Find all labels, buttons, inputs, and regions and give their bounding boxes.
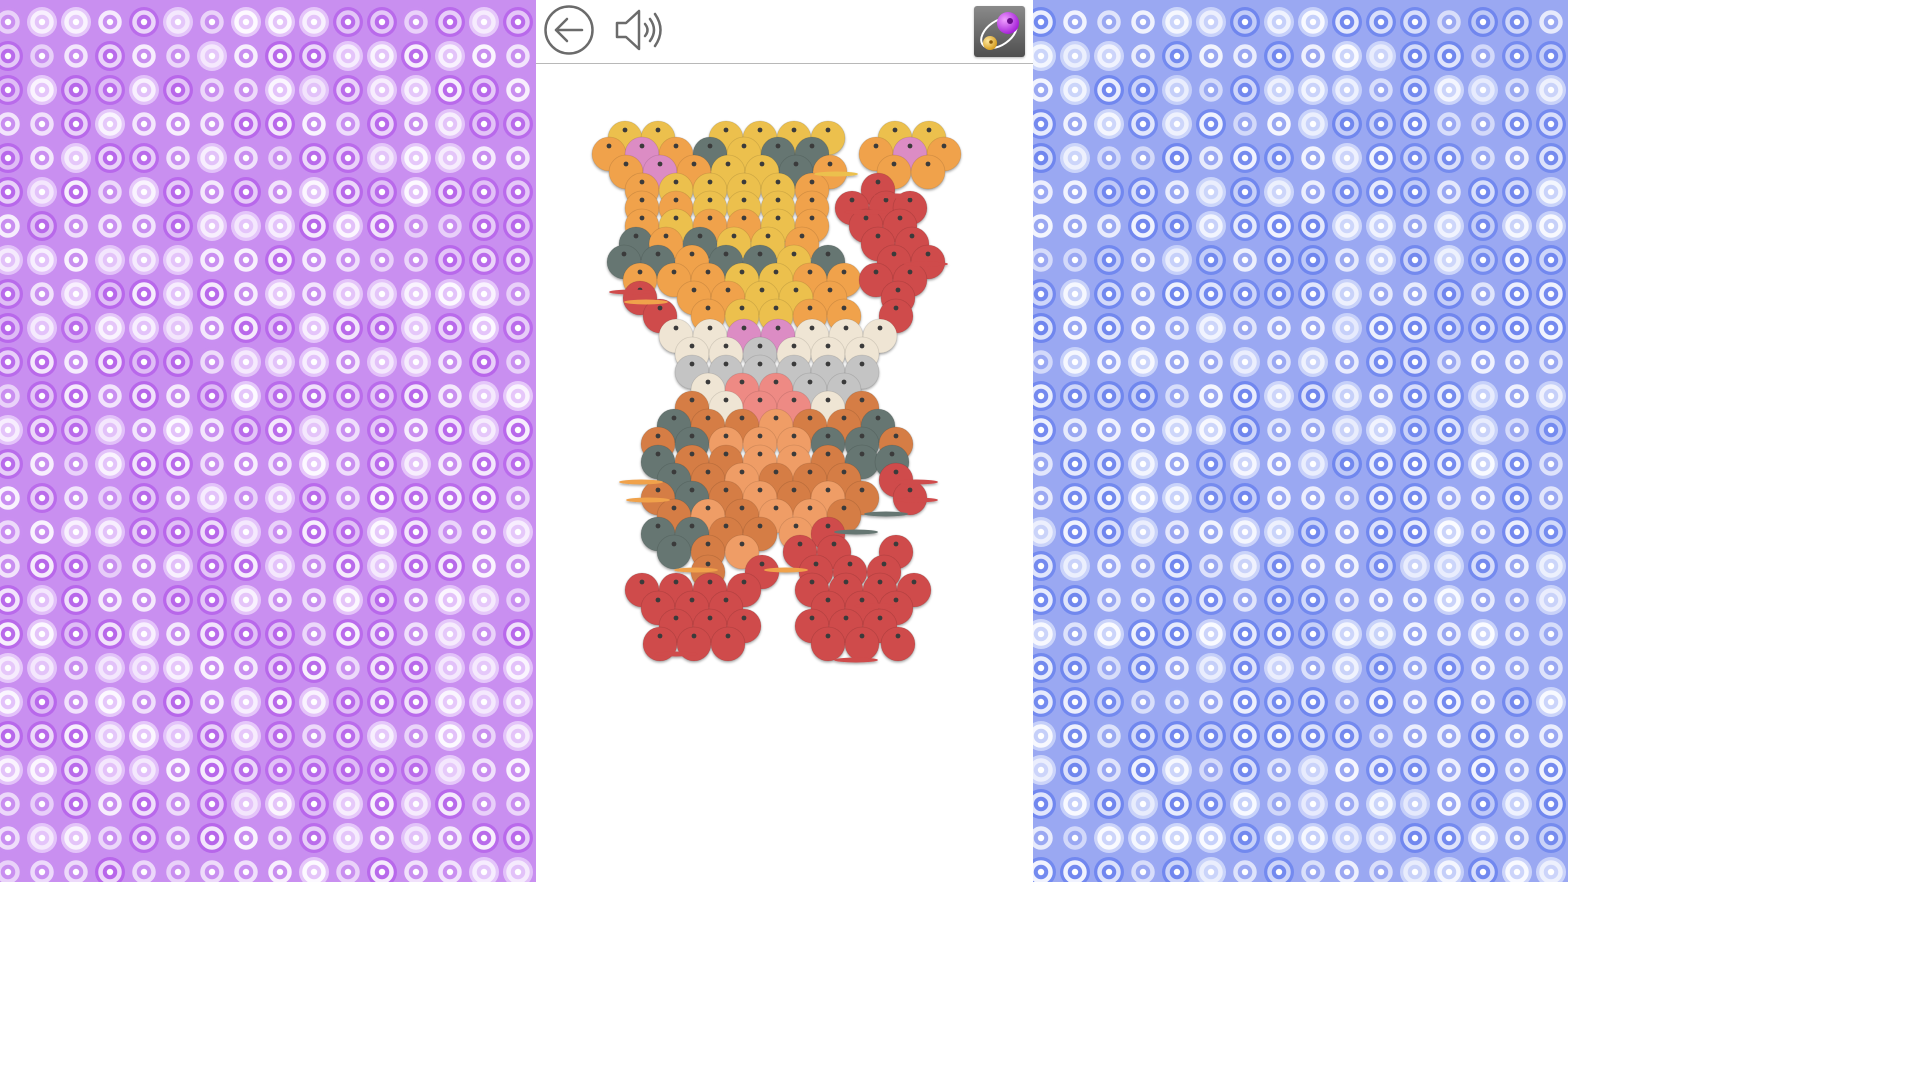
top-toolbar xyxy=(536,0,1033,64)
flipped-sequin[interactable] xyxy=(834,529,878,535)
flipped-sequin[interactable] xyxy=(864,511,908,517)
sequin-pattern-left xyxy=(0,7,533,882)
flipped-sequin[interactable] xyxy=(654,651,698,657)
sequin[interactable] xyxy=(656,534,692,570)
back-arrow-icon xyxy=(544,5,594,55)
sequin[interactable] xyxy=(880,626,916,662)
sound-toggle-button[interactable] xyxy=(612,4,668,56)
flipped-sequin[interactable] xyxy=(609,289,653,295)
speaker-icon xyxy=(615,9,662,51)
flipped-sequin[interactable] xyxy=(844,209,888,215)
game-board xyxy=(536,0,1033,882)
flipped-sequin[interactable] xyxy=(764,567,808,573)
flipped-sequin[interactable] xyxy=(619,479,663,485)
flipped-sequin[interactable] xyxy=(814,171,858,177)
sequin-theme-icon xyxy=(974,6,1025,57)
flipped-sequin[interactable] xyxy=(834,657,878,663)
flipped-sequin[interactable] xyxy=(854,603,898,609)
sequin[interactable] xyxy=(910,154,946,190)
flipped-sequin[interactable] xyxy=(894,497,938,503)
artwork-canvas[interactable] xyxy=(536,64,1033,882)
theme-selector-button[interactable] xyxy=(974,6,1025,57)
sequin[interactable] xyxy=(844,626,880,662)
sequin[interactable] xyxy=(710,626,746,662)
flipped-sequin[interactable] xyxy=(874,193,918,199)
sequin-cat-artwork[interactable] xyxy=(536,64,1033,882)
flipped-sequin[interactable] xyxy=(624,299,668,305)
sequin-pattern-right xyxy=(1033,7,1566,882)
right-sequin-background xyxy=(1033,0,1568,882)
flipped-sequin[interactable] xyxy=(626,497,670,503)
flipped-sequin[interactable] xyxy=(894,479,938,485)
back-button[interactable] xyxy=(543,4,595,56)
flipped-sequin[interactable] xyxy=(674,567,718,573)
left-sequin-background xyxy=(0,0,536,882)
flipped-sequin[interactable] xyxy=(904,261,948,267)
sequin[interactable] xyxy=(810,626,846,662)
